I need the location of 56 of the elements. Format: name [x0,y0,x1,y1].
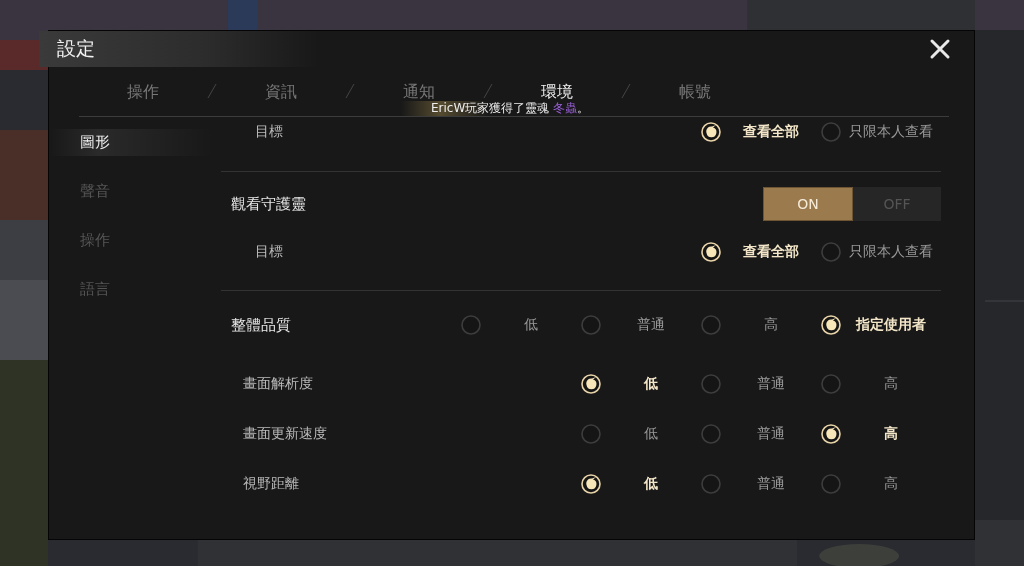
option-label: 只限本人查看 [848,123,934,141]
slash-divider [483,83,493,99]
radio-selected-icon[interactable] [581,474,601,494]
radio-selected-icon[interactable] [701,122,721,142]
tab[interactable]: 環境 [493,83,621,101]
option-label: 普通 [756,375,786,393]
dialog-title: 設定 [57,36,95,61]
close-icon[interactable] [928,37,952,61]
setting-label: 目標 [254,243,283,261]
sidebar-item[interactable]: 語言 [49,276,214,303]
slash-divider [207,83,217,99]
radio-icon[interactable] [821,242,841,262]
option-label: 普通 [636,316,666,334]
setting-label: 畫面更新速度 [242,425,327,443]
setting-label: 目標 [254,123,283,141]
setting-label: 視野距離 [242,475,299,493]
option-label: 查看全部 [742,123,800,141]
option-label: 只限本人查看 [848,243,934,261]
radio-icon[interactable] [581,315,601,335]
radio-icon[interactable] [701,315,721,335]
sidebar-item[interactable]: 操作 [49,227,214,254]
setting-label: 整體品質 [230,315,291,335]
radio-selected-icon[interactable] [701,242,721,262]
slash-divider [621,83,631,99]
radio-selected-icon[interactable] [581,374,601,394]
tab[interactable]: 資訊 [217,83,345,101]
tab[interactable]: 通知 [355,83,483,101]
option-label: 高 [883,425,899,443]
option-label: 查看全部 [742,243,800,261]
radio-icon[interactable] [701,374,721,394]
option-label: 普通 [756,425,786,443]
toggle-option[interactable]: ON [763,187,853,221]
radio-icon[interactable] [821,122,841,142]
option-label: 高 [763,316,779,334]
radio-icon[interactable] [821,374,841,394]
setting-label: 畫面解析度 [242,375,313,393]
radio-icon[interactable] [701,424,721,444]
sidebar-item[interactable]: 聲音 [49,178,214,205]
tab[interactable]: 帳號 [631,83,759,101]
slash-divider [345,83,355,99]
option-label: 普通 [756,475,786,493]
option-label: 指定使用者 [854,316,927,334]
setting-label: 觀看守護靈 [230,194,306,214]
option-label: 低 [523,316,539,334]
radio-icon[interactable] [581,424,601,444]
radio-selected-icon[interactable] [821,315,841,335]
option-label: 高 [883,375,899,393]
option-label: 低 [643,375,659,393]
option-label: 高 [883,475,899,493]
radio-icon[interactable] [461,315,481,335]
radio-selected-icon[interactable] [821,424,841,444]
option-label: 低 [643,475,659,493]
tab[interactable]: 操作 [79,83,207,101]
option-label: 低 [643,425,659,443]
radio-icon[interactable] [821,474,841,494]
radio-icon[interactable] [701,474,721,494]
